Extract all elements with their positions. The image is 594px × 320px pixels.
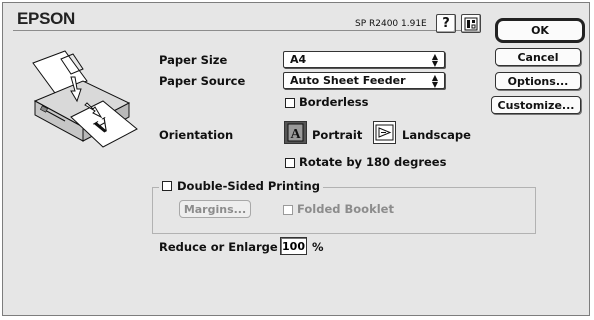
portrait-option[interactable]: A <box>284 121 307 144</box>
margins-button[interactable]: Margins... <box>179 200 251 218</box>
epson-logo: EPSON <box>17 9 76 28</box>
reduce-enlarge-input[interactable]: 100 <box>280 237 307 255</box>
landscape-label: Landscape <box>402 128 471 142</box>
rotate-180-checkbox[interactable] <box>285 158 295 168</box>
paper-source-value: Auto Sheet Feeder <box>290 74 406 87</box>
epson-tool-icon <box>464 17 478 30</box>
double-sided-label: Double-Sided Printing <box>177 179 320 193</box>
updown-arrows-icon: ▲ ▼ <box>431 72 438 89</box>
paper-size-value: A4 <box>290 53 307 66</box>
portrait-label: Portrait <box>312 128 363 142</box>
paper-source-popup[interactable]: Auto Sheet Feeder ▲ ▼ <box>283 72 445 89</box>
folded-booklet-checkbox[interactable] <box>283 205 293 215</box>
paper-size-label: Paper Size <box>159 53 228 67</box>
percent-sign: % <box>312 240 324 254</box>
svg-text:A: A <box>291 127 302 142</box>
help-icon: ? <box>442 16 450 31</box>
epson-tool-button[interactable] <box>461 14 481 33</box>
printer-model-label: SP R2400 1.91E <box>355 19 427 29</box>
updown-arrows-icon: ▲ ▼ <box>431 51 438 68</box>
paper-source-label: Paper Source <box>159 74 246 88</box>
portrait-page-icon: A <box>287 123 304 142</box>
printer-preview-image: A <box>32 50 138 148</box>
header-divider <box>13 30 481 31</box>
page-setup-panel: EPSON SP R2400 1.91E ? OK Cancel Options… <box>2 2 590 316</box>
folded-booklet-label: Folded Booklet <box>297 202 394 216</box>
help-button[interactable]: ? <box>436 14 456 33</box>
borderless-label: Borderless <box>299 95 369 109</box>
paper-size-popup[interactable]: A4 ▲ ▼ <box>283 51 445 68</box>
cancel-button[interactable]: Cancel <box>495 48 581 66</box>
orientation-label: Orientation <box>159 128 234 142</box>
double-sided-checkbox[interactable] <box>162 181 172 191</box>
double-sided-header: Double-Sided Printing <box>159 179 323 193</box>
options-button[interactable]: Options... <box>495 72 581 90</box>
borderless-checkbox[interactable] <box>285 98 295 108</box>
landscape-option[interactable] <box>373 121 396 144</box>
landscape-page-icon <box>375 124 394 141</box>
customize-button[interactable]: Customize... <box>491 96 581 114</box>
ok-button[interactable]: OK <box>495 18 585 43</box>
rotate-180-label: Rotate by 180 degrees <box>299 155 447 169</box>
reduce-enlarge-label: Reduce or Enlarge <box>159 240 278 254</box>
